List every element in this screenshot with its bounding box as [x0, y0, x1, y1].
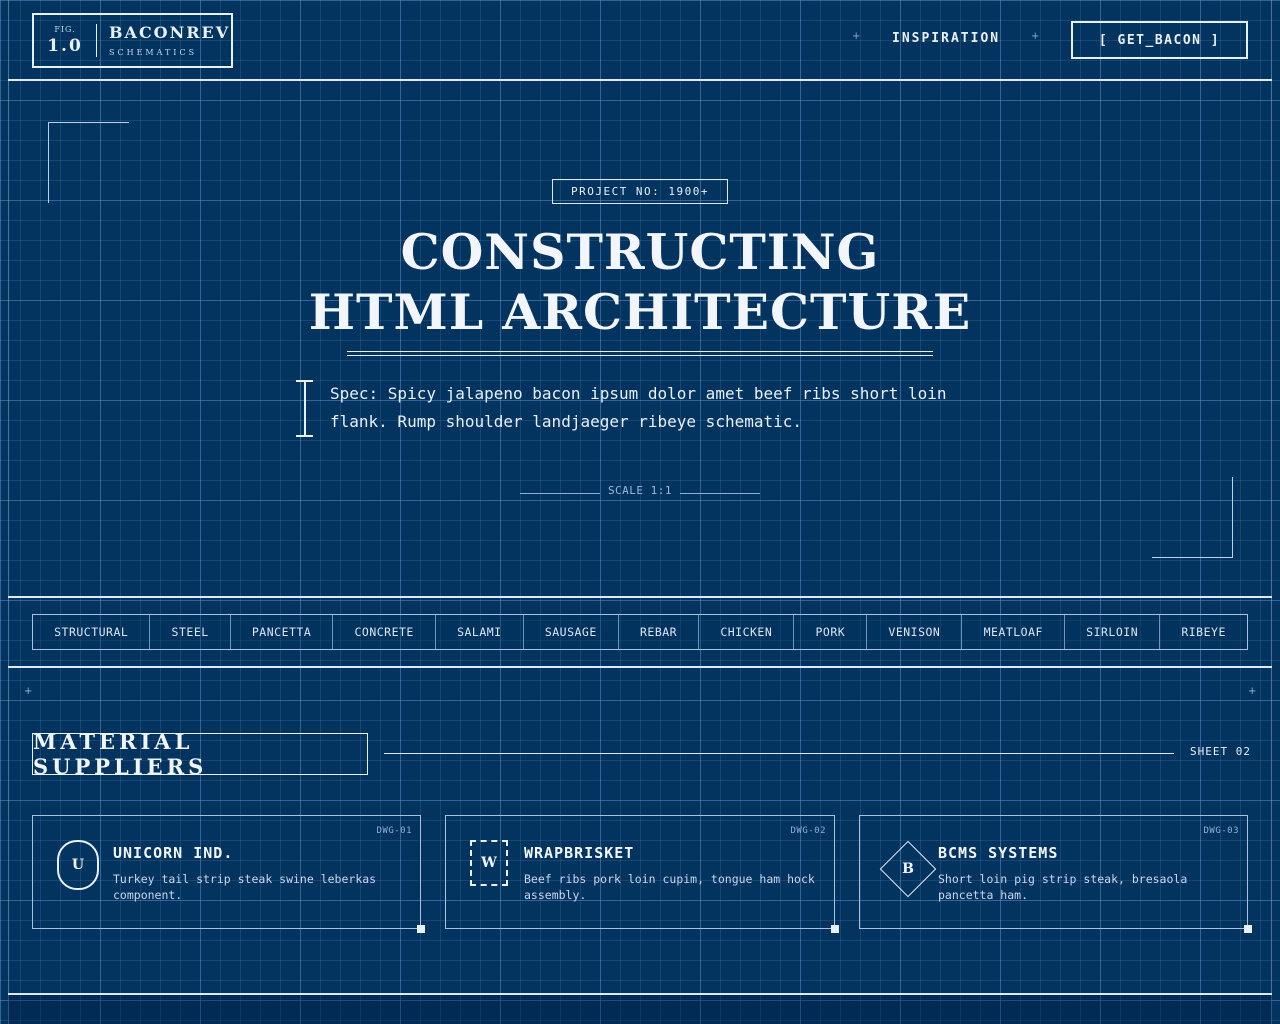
- scale-indicator: SCALE 1:1: [520, 484, 760, 500]
- material-tag-structural[interactable]: STRUCTURAL: [33, 615, 151, 649]
- material-tag-ribeye[interactable]: RIBEYE: [1160, 615, 1247, 649]
- material-tag-pancetta[interactable]: PANCETTA: [231, 615, 334, 649]
- brand-name: BACONREV: [109, 22, 231, 42]
- card-corner-knob: [1244, 925, 1252, 933]
- card-supplier-name: WRAPBRISKET: [524, 844, 635, 862]
- suppliers-section-rule: [384, 753, 1174, 754]
- hero-title: CONSTRUCTING HTML ARCHITECTURE: [0, 222, 1280, 342]
- section-plus-left-icon: +: [24, 686, 33, 697]
- supplier-card-bcms[interactable]: DWG-03 B BCMS SYSTEMS Short loin pig str…: [859, 815, 1252, 933]
- card-supplier-name: UNICORN IND.: [113, 844, 234, 862]
- card-supplier-description: Short loin pig strip steak, bresaola pan…: [938, 872, 1188, 902]
- card-drawing-number: DWG-03: [1203, 826, 1239, 836]
- material-tag-pork[interactable]: PORK: [794, 615, 868, 649]
- logo-text-block: BACONREV SCHEMATICS: [97, 23, 230, 59]
- hero-spec-text: Spec: Spicy jalapeno bacon ipsum dolor a…: [330, 384, 947, 431]
- logo-fig-label: FIG.: [54, 25, 76, 34]
- card-supplier-description: Beef ribs pork loin cupim, tongue ham ho…: [524, 872, 815, 902]
- hero-title-double-rule: [347, 351, 933, 356]
- card-drawing-number: DWG-01: [376, 826, 412, 836]
- material-tags-strip: STRUCTURAL STEEL PANCETTA CONCRETE SALAMI SAU…: [32, 614, 1248, 650]
- supplier-card-wrapbrisket[interactable]: DWG-02 W WRAPBRISKET Beef ribs pork loin…: [445, 815, 839, 933]
- supplier-card-unicorn[interactable]: DWG-01 U UNICORN IND. Turkey tail strip …: [32, 815, 425, 933]
- card-corner-knob: [831, 925, 839, 933]
- nav-link-inspiration[interactable]: INSPIRATION: [892, 31, 1000, 46]
- brand-subtitle: SCHEMATICS: [109, 47, 198, 57]
- card-supplier-description: Turkey tail strip steak swine leberkas c…: [113, 872, 377, 902]
- unicorn-badge-icon: U: [57, 840, 99, 890]
- scale-label: SCALE 1:1: [607, 484, 673, 497]
- badge-letter: W: [481, 855, 497, 871]
- hero-bottom-divider: [8, 596, 1272, 598]
- material-tag-chicken[interactable]: CHICKEN: [699, 615, 795, 649]
- suppliers-section-title: MATERIAL SUPPLIERS: [32, 729, 368, 779]
- material-tag-concrete[interactable]: CONCRETE: [333, 615, 436, 649]
- nav-plus-right-icon: +: [1031, 31, 1040, 42]
- logo-fig-block: FIG. 1.0: [34, 24, 97, 57]
- sheet-number: SHEET 02: [1190, 745, 1251, 758]
- card-supplier-name: BCMS SYSTEMS: [938, 844, 1059, 862]
- hero-title-line2: HTML ARCHITECTURE: [308, 283, 972, 341]
- tags-bottom-divider: [8, 666, 1272, 668]
- logo-fig-number: 1.0: [47, 36, 83, 56]
- footer-band: [8, 995, 1272, 1024]
- badge-letter: U: [71, 857, 85, 873]
- project-number-tag: PROJECT NO: 1900+: [552, 179, 728, 204]
- section-plus-right-icon: +: [1248, 686, 1257, 697]
- material-tag-meatloaf[interactable]: MEATLOAF: [962, 615, 1066, 649]
- wrapbrisket-badge-icon: W: [470, 840, 508, 886]
- material-tag-salami[interactable]: SALAMI: [436, 615, 524, 649]
- card-drawing-number: DWG-02: [790, 826, 826, 836]
- material-tag-rebar[interactable]: REBAR: [619, 615, 700, 649]
- corner-bracket-top-left: [48, 122, 129, 203]
- bcms-diamond-badge-icon: B: [879, 840, 937, 898]
- hero-title-line1: CONSTRUCTING: [400, 223, 880, 281]
- frame-right-line: [1271, 0, 1272, 1024]
- material-tag-steel[interactable]: STEEL: [150, 615, 231, 649]
- badge-letter: B: [902, 861, 914, 877]
- material-tag-sausage[interactable]: SAUSAGE: [524, 615, 619, 649]
- i-beam-icon: [296, 380, 313, 437]
- material-tag-venison[interactable]: VENISON: [867, 615, 963, 649]
- header-divider: [8, 79, 1272, 81]
- nav-plus-left-icon: +: [852, 31, 861, 42]
- frame-left-line: [8, 0, 9, 1024]
- corner-bracket-bottom-right: [1152, 477, 1233, 558]
- get-bacon-button[interactable]: [ GET_BACON ]: [1071, 21, 1248, 59]
- material-tag-sirloin[interactable]: SIRLOIN: [1065, 615, 1161, 649]
- card-corner-knob: [417, 925, 425, 933]
- site-logo[interactable]: FIG. 1.0 BACONREV SCHEMATICS: [32, 13, 233, 68]
